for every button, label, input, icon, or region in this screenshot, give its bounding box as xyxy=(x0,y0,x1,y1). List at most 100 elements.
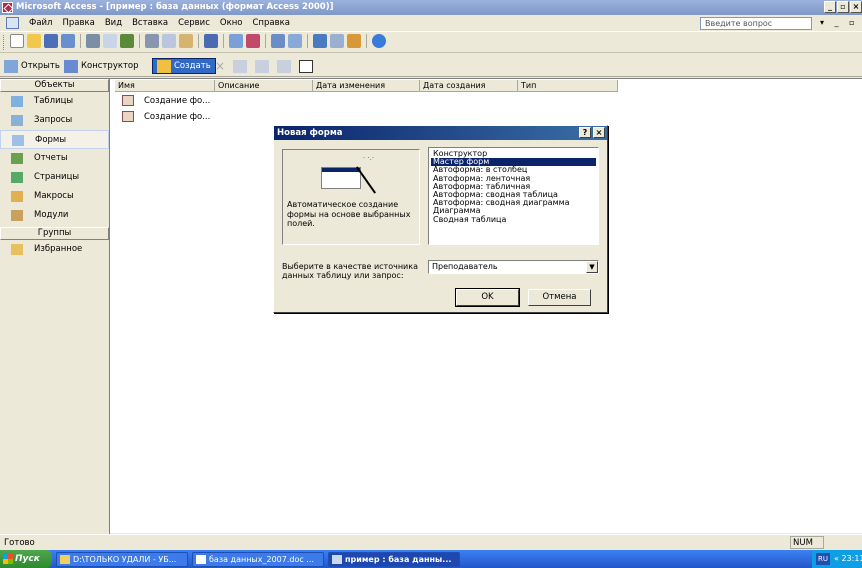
properties-icon[interactable] xyxy=(313,34,327,48)
small-icons-icon[interactable] xyxy=(255,59,270,73)
object-pages[interactable]: Страницы xyxy=(0,168,109,187)
help-icon[interactable] xyxy=(372,34,386,48)
windows-logo-icon xyxy=(3,554,13,564)
new-form-dialog: Новая форма ? × · ·.· Автоматическое соз… xyxy=(273,125,608,313)
objects-header[interactable]: Объекты xyxy=(0,79,109,92)
system-tray: RU « 23:11 xyxy=(812,550,862,568)
dialog-title: Новая форма xyxy=(277,128,343,138)
print-icon[interactable] xyxy=(86,34,100,48)
object-modules[interactable]: Модули xyxy=(0,206,109,225)
dropdown-arrow-icon[interactable]: ▼ xyxy=(586,261,598,273)
close-button[interactable]: × xyxy=(850,1,862,13)
report-icon xyxy=(11,153,23,164)
column-created[interactable]: Дата создания xyxy=(420,80,518,92)
menu-insert[interactable]: Вставка xyxy=(127,17,173,30)
help-search-input[interactable]: Введите вопрос xyxy=(700,17,812,30)
taskbar-item-folder[interactable]: D:\ТОЛЬКО УДАЛИ - УБ... xyxy=(56,552,188,567)
objects-pane: Объекты Таблицы Запросы Формы Отчеты Стр… xyxy=(0,79,110,534)
copy-icon[interactable] xyxy=(162,34,176,48)
menu-help[interactable]: Справка xyxy=(247,17,294,30)
status-text: Готово xyxy=(4,538,35,548)
column-name[interactable]: Имя xyxy=(115,80,215,92)
save-icon[interactable] xyxy=(44,34,58,48)
cut-icon[interactable] xyxy=(145,34,159,48)
object-label: Макросы xyxy=(34,191,74,201)
toolbar-separator xyxy=(80,34,81,48)
script-icon[interactable] xyxy=(288,34,302,48)
toolbar-separator xyxy=(366,34,367,48)
group-label: Избранное xyxy=(34,244,83,254)
wizard-description: Автоматическое создание формы на основе … xyxy=(287,200,411,228)
new-file-icon[interactable] xyxy=(10,34,24,48)
wizard-option[interactable]: Сводная таблица xyxy=(431,215,596,224)
open-folder-icon[interactable] xyxy=(27,34,41,48)
language-indicator[interactable]: RU xyxy=(816,553,830,565)
start-label: Пуск xyxy=(15,554,40,564)
object-queries[interactable]: Запросы xyxy=(0,111,109,130)
toolbar-separator xyxy=(307,34,308,48)
minimize-button[interactable]: _ xyxy=(824,1,836,13)
source-select[interactable]: Преподаватель ▼ xyxy=(428,260,599,274)
maximize-button[interactable]: ▫ xyxy=(837,1,849,13)
details-view-icon[interactable] xyxy=(299,59,314,73)
menu-bar: Файл Правка Вид Вставка Сервис Окно Спра… xyxy=(0,15,862,32)
object-reports[interactable]: Отчеты xyxy=(0,149,109,168)
clock[interactable]: « 23:11 xyxy=(834,550,862,568)
list-view-icon[interactable] xyxy=(277,59,292,73)
paste-icon[interactable] xyxy=(179,34,193,48)
delete-icon[interactable]: × xyxy=(215,58,225,74)
taskbar: Пуск D:\ТОЛЬКО УДАЛИ - УБ... база данных… xyxy=(0,550,862,568)
menu-tools[interactable]: Сервис xyxy=(173,17,215,30)
toolbar-grip[interactable] xyxy=(3,35,6,50)
spelling-icon[interactable] xyxy=(120,34,134,48)
column-type[interactable]: Тип xyxy=(518,80,618,92)
undo-icon[interactable] xyxy=(204,34,218,48)
groups-header[interactable]: Группы xyxy=(0,227,109,240)
group-favorites[interactable]: Избранное xyxy=(0,240,109,259)
menu-edit[interactable]: Правка xyxy=(57,17,99,30)
start-button[interactable]: Пуск xyxy=(0,550,52,568)
column-modified[interactable]: Дата изменения xyxy=(313,80,420,92)
large-icons-icon[interactable] xyxy=(233,59,248,73)
list-item[interactable]: Создание фо... xyxy=(122,111,210,124)
code-icon[interactable] xyxy=(271,34,285,48)
wizard-list[interactable]: Конструктор Мастер форм Автоформа: в сто… xyxy=(428,147,599,245)
open-icon xyxy=(4,59,18,73)
dialog-title-bar[interactable]: Новая форма ? × xyxy=(274,126,607,140)
access-window: Microsoft Access - [пример : база данных… xyxy=(0,0,862,568)
column-description[interactable]: Описание xyxy=(215,80,313,92)
form-shortcut-icon xyxy=(122,111,134,122)
object-tables[interactable]: Таблицы xyxy=(0,92,109,111)
object-forms[interactable]: Формы xyxy=(0,130,109,149)
document-icon[interactable] xyxy=(6,17,19,29)
search-icon[interactable] xyxy=(61,34,75,48)
document-window-controls[interactable]: ▾ _ ▫ xyxy=(820,18,859,27)
list-item-label: Создание фо... xyxy=(144,96,211,106)
menu-window[interactable]: Окно xyxy=(215,17,248,30)
dialog-close-button[interactable]: × xyxy=(593,127,605,138)
sparkle-icon: · ·.· xyxy=(363,154,375,162)
new-object-icon[interactable] xyxy=(347,34,361,48)
list-item[interactable]: Создание фо... xyxy=(122,95,210,108)
print-preview-icon[interactable] xyxy=(103,34,117,48)
menu-view[interactable]: Вид xyxy=(100,17,127,30)
create-button[interactable]: Создать xyxy=(152,58,216,74)
open-button[interactable]: Открыть xyxy=(4,58,60,74)
dialog-help-button[interactable]: ? xyxy=(579,127,591,138)
form-icon xyxy=(12,135,24,146)
design-button[interactable]: Конструктор xyxy=(64,58,139,74)
analyze-icon[interactable] xyxy=(246,34,260,48)
task-label: пример : база данны... xyxy=(345,555,452,564)
office-links-icon[interactable] xyxy=(229,34,243,48)
ok-button[interactable]: OK xyxy=(455,288,520,307)
object-macros[interactable]: Макросы xyxy=(0,187,109,206)
cancel-button[interactable]: Отмена xyxy=(528,289,591,306)
menu-file[interactable]: Файл xyxy=(24,17,57,30)
relationships-icon[interactable] xyxy=(330,34,344,48)
wizard-preview: · ·.· Автоматическое создание формы на о… xyxy=(282,149,420,245)
num-lock-indicator: NUM xyxy=(790,536,824,549)
access-app-icon[interactable] xyxy=(2,2,13,13)
task-label: D:\ТОЛЬКО УДАЛИ - УБ... xyxy=(73,555,177,564)
taskbar-item-access[interactable]: пример : база данны... xyxy=(328,552,460,567)
taskbar-item-word[interactable]: база данных_2007.doc ... xyxy=(192,552,324,567)
